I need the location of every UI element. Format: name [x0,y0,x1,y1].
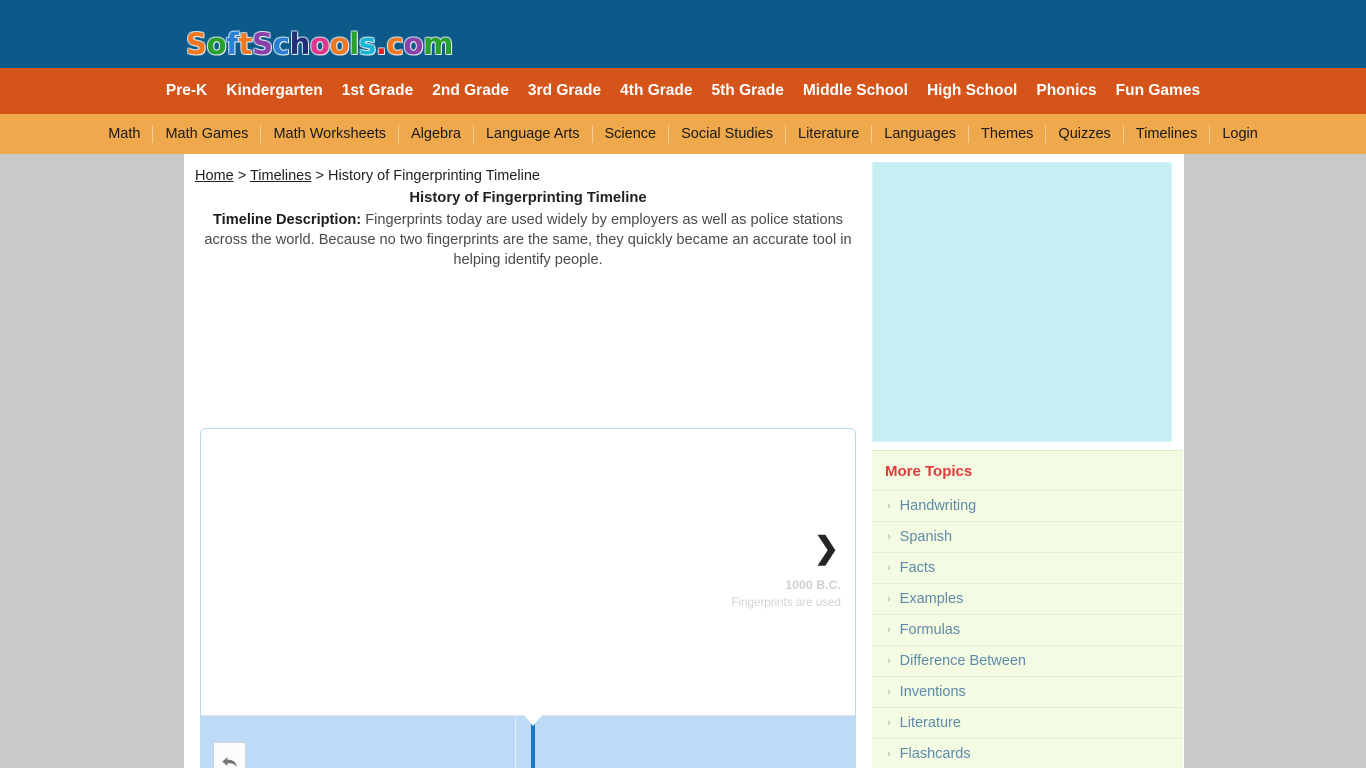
logo-letter-9: l [349,27,359,61]
chevron-right-icon: › [887,500,891,512]
topic-item-label: Examples [899,591,964,607]
next-event-label: Fingerprints are used [731,596,841,609]
logo-letter-1: o [206,27,227,61]
nav-secondary-item-language-arts[interactable]: Language Arts [474,125,593,143]
nav-primary-item-5th-grade[interactable]: 5th Grade [712,82,784,100]
more-topics-title: More Topics [885,463,973,480]
site-header: SoftSchools.com [0,0,1366,68]
logo-letter-2: f [226,27,239,61]
topic-item-label: Literature [899,715,961,731]
nav-primary-item-phonics[interactable]: Phonics [1036,82,1096,100]
breadcrumb: Home > Timelines > History of Fingerprin… [195,168,872,184]
back-arrow-icon[interactable] [214,747,245,768]
logo-letter-11: . [375,27,387,61]
timeline-navigator[interactable]: Fingerprints are used [201,715,855,768]
topic-item-label: Flashcards [899,746,971,762]
timeline-display-panel: ❯ 1000 B.C. Fingerprints are used [201,429,855,716]
chevron-right-icon: › [887,624,891,636]
page-title: History of Fingerprinting Timeline [409,190,647,206]
page-body: Home > Timelines > History of Fingerprin… [0,154,1366,768]
more-topics-panel: More Topics › Handwriting › Spanish › Facts › E… [872,450,1183,768]
nav-secondary-item-math-worksheets[interactable]: Math Worksheets [261,125,399,143]
nav-secondary-item-math-games[interactable]: Math Games [153,125,262,143]
logo-letter-5: c [272,27,290,61]
timeline-marker-notch-icon [524,715,542,726]
nav-primary-item-3rd-grade[interactable]: 3rd Grade [528,82,601,100]
advertisement-slot [872,162,1172,442]
nav-secondary-item-login[interactable]: Login [1210,125,1269,143]
nav-primary-item-fun-games[interactable]: Fun Games [1116,82,1200,100]
chevron-right-icon: › [887,748,891,760]
topic-item-spanish[interactable]: › Spanish [872,521,1183,552]
breadcrumb-home[interactable]: Home [195,168,234,184]
primary-navigation: Pre-K Kindergarten 1st Grade 2nd Grade 3rd G… [0,68,1366,114]
more-topics-list: › Handwriting › Spanish › Facts › Examples › Form… [872,490,1183,768]
chevron-right-icon: › [887,531,891,543]
breadcrumb-sep-2: > [311,168,328,184]
logo-letter-4: S [252,27,273,61]
logo-letter-10: s [358,27,376,61]
topic-item-flashcards[interactable]: › Flashcards [872,738,1183,768]
nav-primary-item-4th-grade[interactable]: 4th Grade [620,82,692,100]
topic-item-label: Difference Between [899,653,1026,669]
chevron-right-icon: › [887,593,891,605]
breadcrumb-current: History of Fingerprinting Timeline [328,168,540,184]
nav-primary-item-high-school[interactable]: High School [927,82,1017,100]
chevron-right-icon: › [887,686,891,698]
nav-primary-item-1st-grade[interactable]: 1st Grade [342,82,414,100]
chevron-right-icon: › [887,562,891,574]
logo-letter-6: h [289,27,311,61]
topic-item-label: Handwriting [899,498,977,514]
nav-secondary-item-algebra[interactable]: Algebra [399,125,474,143]
nav-primary-item-pre-k[interactable]: Pre-K [166,82,207,100]
secondary-navigation: Math Math Games Math Worksheets Algebra Lang… [0,114,1366,154]
topic-item-label: Facts [899,560,936,576]
topic-item-examples[interactable]: › Examples [872,583,1183,614]
main-content: Home > Timelines > History of Fingerprin… [184,154,872,768]
timeline-widget[interactable]: ❯ 1000 B.C. Fingerprints are used [200,428,856,768]
topic-item-handwriting[interactable]: › Handwriting [872,490,1183,521]
site-logo[interactable]: SoftSchools.com [186,27,453,61]
timeline-description-label: Timeline Description: [213,212,362,228]
nav-primary-item-2nd-grade[interactable]: 2nd Grade [432,82,509,100]
nav-secondary-item-quizzes[interactable]: Quizzes [1046,125,1124,143]
timeline-description: Timeline Description: Fingerprints today… [196,210,860,270]
nav-secondary-item-themes[interactable]: Themes [969,125,1047,143]
nav-secondary-item-literature[interactable]: Literature [786,125,873,143]
next-event-chevron-icon[interactable]: ❯ [814,534,839,564]
logo-letter-7: o [309,27,330,61]
timeline-seam [515,716,516,768]
logo-letter-12: c [386,27,404,61]
timeline-tool-panel [213,742,246,768]
nav-secondary-item-languages[interactable]: Languages [872,125,970,143]
logo-letter-3: t [238,27,253,61]
breadcrumb-timelines[interactable]: Timelines [250,168,312,184]
breadcrumb-sep-1: > [233,168,250,184]
topic-item-difference-between[interactable]: › Difference Between [872,645,1183,676]
chevron-right-icon: › [887,655,891,667]
topic-item-facts[interactable]: › Facts [872,552,1183,583]
nav-primary-item-middle-school[interactable]: Middle School [803,82,908,100]
nav-secondary-item-social-studies[interactable]: Social Studies [669,125,786,143]
logo-letter-14: m [423,27,453,61]
nav-secondary-item-math[interactable]: Math [96,125,154,143]
topic-item-label: Spanish [899,529,953,545]
topic-item-label: Inventions [899,684,966,700]
nav-secondary-item-science[interactable]: Science [593,125,670,143]
nav-primary-item-kindergarten[interactable]: Kindergarten [226,82,322,100]
topic-item-literature[interactable]: › Literature [872,707,1183,738]
topic-item-inventions[interactable]: › Inventions [872,676,1183,707]
logo-letter-8: o [329,27,350,61]
topic-item-formulas[interactable]: › Formulas [872,614,1183,645]
logo-letter-13: o [403,27,424,61]
logo-letter-0: S [186,27,207,61]
nav-secondary-item-timelines[interactable]: Timelines [1124,125,1211,143]
topic-item-label: Formulas [899,622,961,638]
right-sidebar: More Topics › Handwriting › Spanish › Facts › E… [872,154,1184,768]
chevron-right-icon: › [887,717,891,729]
next-event-date: 1000 B.C. [785,578,841,592]
